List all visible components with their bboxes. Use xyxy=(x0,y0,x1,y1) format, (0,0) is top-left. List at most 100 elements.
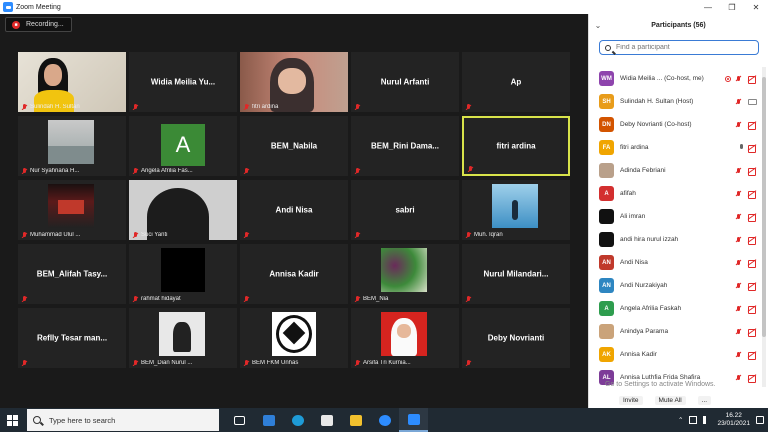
video-tile[interactable]: fitri ardina xyxy=(462,116,570,176)
tile-name-text: Arsifa Tri Kurnia... xyxy=(363,360,411,366)
video-off-icon[interactable] xyxy=(748,75,757,84)
video-tile[interactable]: Reflly Tesar man... xyxy=(18,308,126,368)
participant-search[interactable] xyxy=(599,40,759,55)
video-off-icon[interactable] xyxy=(748,213,757,222)
participant-row[interactable]: AN Andi Nurzakiyah xyxy=(589,274,761,297)
video-off-icon[interactable] xyxy=(748,282,757,291)
video-off-icon[interactable] xyxy=(748,236,757,245)
video-tile[interactable]: BEM_Nabila xyxy=(240,116,348,176)
start-button[interactable] xyxy=(0,408,24,432)
mic-muted-icon[interactable] xyxy=(735,190,741,197)
video-tile[interactable]: BEM_Nia xyxy=(351,244,459,304)
mic-muted-icon[interactable] xyxy=(735,213,741,220)
zoom-taskbar-icon[interactable] xyxy=(370,408,399,432)
mail-icon[interactable] xyxy=(254,408,283,432)
mic-muted-icon[interactable] xyxy=(735,328,741,335)
mic-muted-icon[interactable] xyxy=(735,282,741,289)
search-input[interactable] xyxy=(616,44,756,51)
video-on-icon[interactable] xyxy=(748,98,757,105)
video-off-icon[interactable] xyxy=(748,305,757,314)
video-tile[interactable]: Deby Novrianti xyxy=(462,308,570,368)
store-icon[interactable] xyxy=(312,408,341,432)
video-off-icon[interactable] xyxy=(748,328,757,337)
video-tile[interactable]: BEM_Rini Dama... xyxy=(351,116,459,176)
participant-row[interactable]: andi hira nurul izzah xyxy=(589,228,761,251)
notification-icon[interactable] xyxy=(756,416,764,424)
video-tile[interactable]: Arsifa Tri Kurnia... xyxy=(351,308,459,368)
participant-row[interactable]: WM Widia Meilia ... (Co-host, me) xyxy=(589,67,761,90)
participant-scrollbar[interactable] xyxy=(762,67,766,387)
mic-muted-icon[interactable] xyxy=(735,98,741,105)
video-off-icon[interactable] xyxy=(748,259,757,268)
close-button[interactable]: ✕ xyxy=(744,0,768,14)
mic-muted-icon[interactable] xyxy=(735,121,741,128)
video-tile[interactable]: rahmat hidayat xyxy=(129,244,237,304)
participant-row[interactable]: AK Annisa Kadir xyxy=(589,343,761,366)
taskbar-search[interactable]: Type here to search xyxy=(27,409,219,431)
video-tile[interactable]: BEM_Dian Nurul ... xyxy=(129,308,237,368)
participant-row[interactable]: Ali imran xyxy=(589,205,761,228)
chevron-down-icon[interactable]: ⌄ xyxy=(589,21,607,30)
mic-muted-icon xyxy=(243,296,249,302)
video-off-icon[interactable] xyxy=(748,144,757,153)
participant-row[interactable]: Adinda Febriani xyxy=(589,159,761,182)
taskbar-clock[interactable]: 16.22 23/01/2021 xyxy=(717,412,750,428)
video-tile[interactable]: Muh. Iqran xyxy=(462,180,570,240)
mic-muted-icon[interactable] xyxy=(735,351,741,358)
video-tile[interactable]: Muhammad Ulul ... xyxy=(18,180,126,240)
mic-muted-icon xyxy=(21,168,27,174)
mic-muted-icon[interactable] xyxy=(735,259,741,266)
video-tile[interactable]: fitri ardina xyxy=(240,52,348,112)
video-tile[interactable]: Suci Yanti xyxy=(129,180,237,240)
tile-name-center: Reflly Tesar man... xyxy=(36,333,108,343)
scrollbar-thumb[interactable] xyxy=(762,77,766,337)
task-view-icon[interactable] xyxy=(225,408,254,432)
video-tile[interactable]: A Angela Afrilia Fas... xyxy=(129,116,237,176)
volume-icon[interactable] xyxy=(703,416,711,424)
participant-name: Andi Nurzakiyah xyxy=(620,282,668,289)
video-tile[interactable]: Nurul Milandari... xyxy=(462,244,570,304)
video-tile[interactable]: sabri xyxy=(351,180,459,240)
video-tile[interactable]: Ap xyxy=(462,52,570,112)
video-tile[interactable]: Sulindah H. Sultan xyxy=(18,52,126,112)
network-icon[interactable] xyxy=(689,416,698,424)
mic-muted-icon[interactable] xyxy=(735,75,741,82)
participant-row[interactable]: DN Deby Novrianti (Co-host) xyxy=(589,113,761,136)
participant-row[interactable]: Aafifah xyxy=(589,182,761,205)
video-tile[interactable]: Andi Nisa xyxy=(240,180,348,240)
mute-all-button[interactable]: Mute All xyxy=(654,395,686,405)
invite-button[interactable]: Invite xyxy=(619,395,643,405)
minimize-button[interactable]: — xyxy=(696,0,720,14)
maximize-button[interactable]: ❐ xyxy=(720,0,744,14)
mic-on-icon[interactable] xyxy=(739,144,744,151)
video-off-icon[interactable] xyxy=(748,374,757,383)
video-tile[interactable]: BEM_Alifah Tasy... xyxy=(18,244,126,304)
record-stop-icon[interactable]: ■ xyxy=(12,20,20,29)
video-tile[interactable]: Widia Meilia Yu... xyxy=(129,52,237,112)
video-off-icon[interactable] xyxy=(748,121,757,130)
tile-name-center: BEM_Rini Dama... xyxy=(370,141,439,151)
mic-muted-icon[interactable] xyxy=(735,305,741,312)
mic-muted-icon[interactable] xyxy=(735,167,741,174)
participant-row[interactable]: FA fitri ardina xyxy=(589,136,761,159)
participant-status xyxy=(725,75,761,84)
video-tile[interactable]: Nurul Arfanti xyxy=(351,52,459,112)
video-off-icon[interactable] xyxy=(748,190,757,199)
participant-row[interactable]: Anindya Parama xyxy=(589,320,761,343)
mic-muted-icon[interactable] xyxy=(735,374,741,381)
video-off-icon[interactable] xyxy=(748,351,757,360)
video-tile[interactable]: Nur Syahriana H... xyxy=(18,116,126,176)
video-tile[interactable]: Annisa Kadir xyxy=(240,244,348,304)
tray-chevron-icon[interactable]: ⌃ xyxy=(678,416,683,424)
more-button[interactable]: ... xyxy=(697,395,712,405)
zoom-meeting-taskbar-icon[interactable] xyxy=(399,408,428,432)
edge-icon[interactable] xyxy=(283,408,312,432)
video-off-icon[interactable] xyxy=(748,167,757,176)
file-explorer-icon[interactable] xyxy=(341,408,370,432)
mic-muted-icon[interactable] xyxy=(735,236,741,243)
participant-row[interactable]: SH Sulindah H. Sultan (Host) xyxy=(589,90,761,113)
participant-row[interactable]: A Angela Afrilia Faskah xyxy=(589,297,761,320)
recording-indicator[interactable]: ■ Recording... xyxy=(5,17,72,32)
participant-row[interactable]: AN Andi Nisa xyxy=(589,251,761,274)
video-tile[interactable]: BEM FKM Unhas xyxy=(240,308,348,368)
